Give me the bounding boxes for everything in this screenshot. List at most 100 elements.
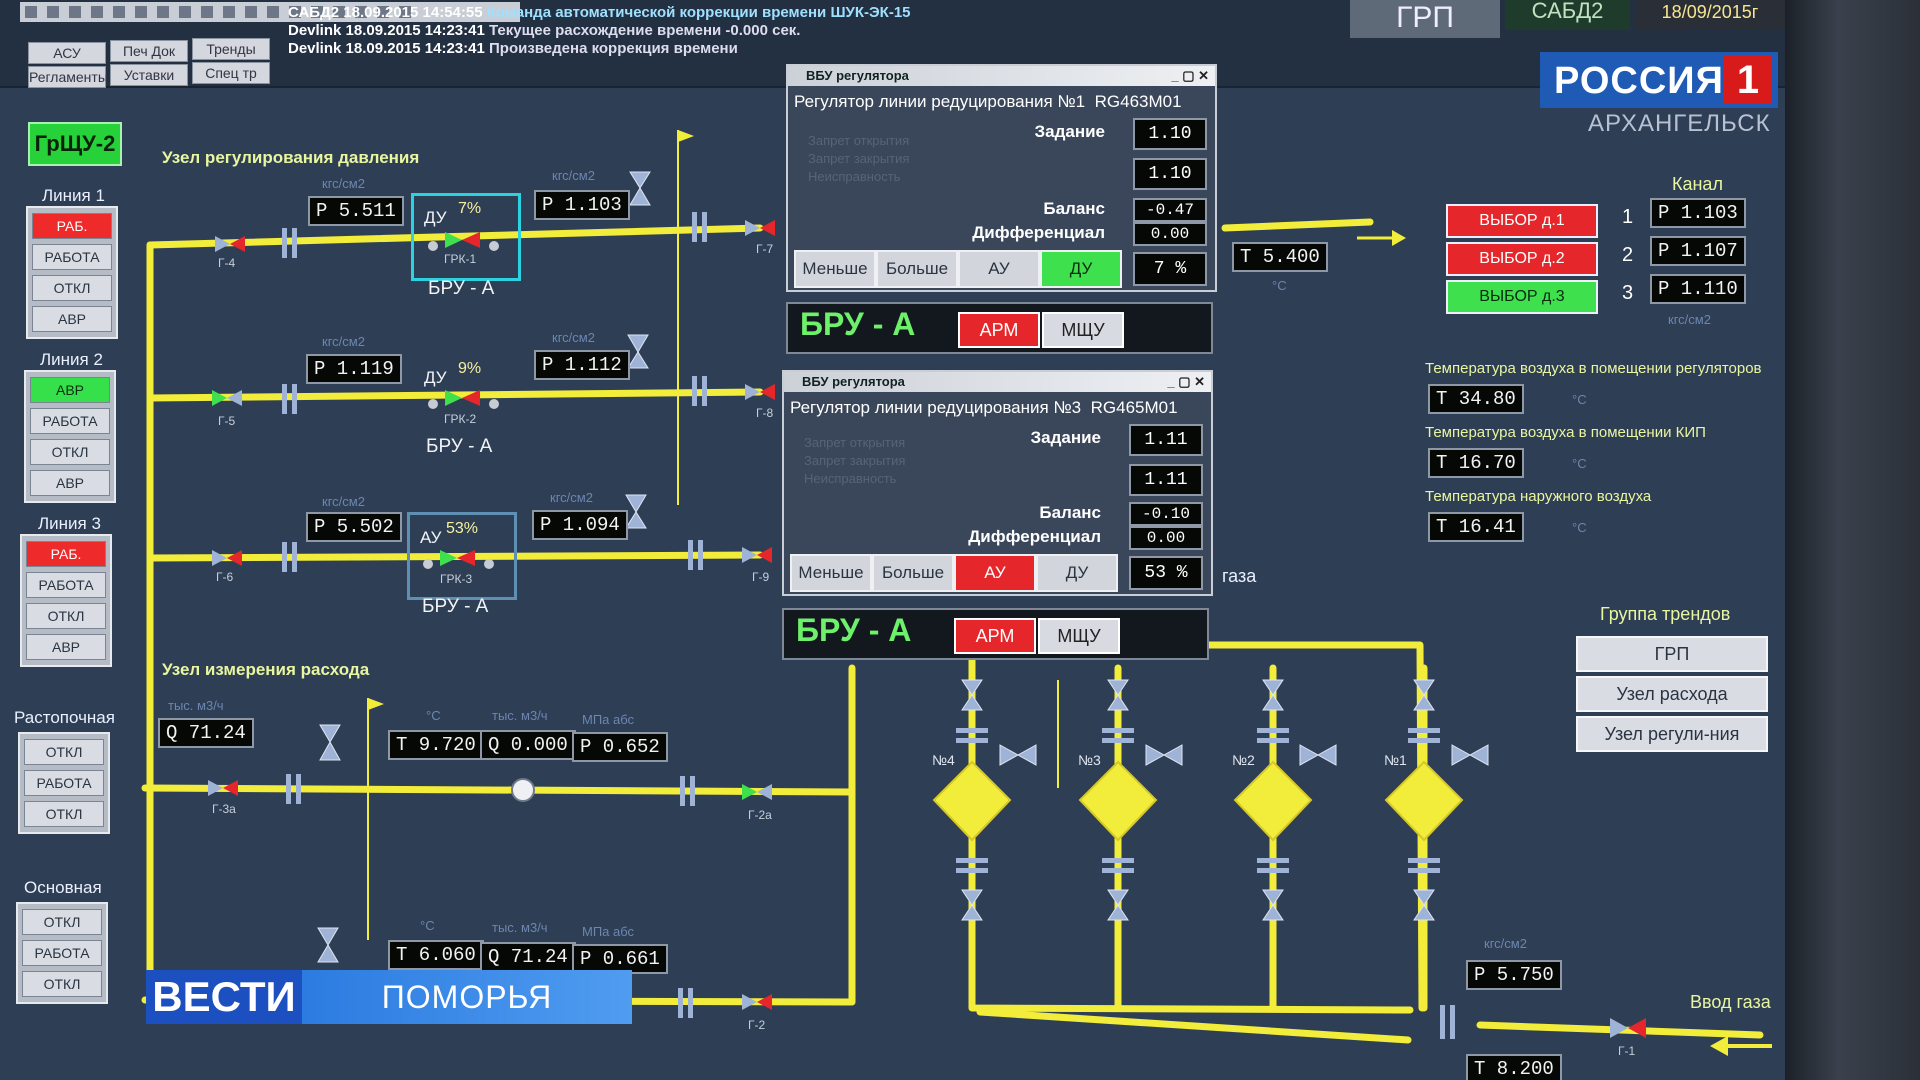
line3-p-in: P 5.502 [306, 512, 402, 542]
main-work-button[interactable]: РАБОТА [22, 940, 102, 966]
startup-work-button[interactable]: РАБОТА [24, 770, 104, 796]
russia1-logo: РОССИЯ 1 [1540, 52, 1778, 108]
dialog-window-title: ВБУ регулятора [806, 68, 909, 83]
line1-avr-button[interactable]: АВР [32, 306, 112, 332]
dialog-title: Регулятор линии редуцирования №3 [790, 398, 1082, 417]
current-value: 1.11 [1129, 464, 1203, 496]
outlet-temp: T 5.400 [1232, 242, 1328, 272]
close-icon[interactable]: _ ▢ ✕ [1171, 66, 1209, 86]
channel-num: 3 [1622, 282, 1634, 304]
zadanie-label: Задание [1030, 428, 1101, 447]
mshu-button[interactable]: МЩУ [1038, 618, 1120, 654]
select-d2-button[interactable]: ВЫБОР д.2 [1446, 242, 1598, 276]
filter-3-label: №3 [1078, 752, 1101, 768]
vesti-text: ВЕСТИ [146, 970, 302, 1024]
unit-label: °C [1572, 456, 1587, 471]
more-button[interactable]: Больше [876, 250, 958, 288]
region-text: ПОМОРЬЯ [302, 970, 632, 1024]
bru-title: БРУ - А [800, 306, 916, 342]
value2-row: 1.11 [784, 464, 1211, 496]
balans-label: Баланс [1043, 199, 1105, 218]
grk2-mode: ДУ [424, 368, 447, 387]
trend-grp-button[interactable]: ГРП [1576, 636, 1768, 672]
grk1-label: ГРК-1 [444, 252, 477, 266]
flow-q-left: Q 71.24 [158, 718, 254, 748]
gas-input-label: Ввод газа [1690, 992, 1771, 1012]
line3-title: Линия 3 [38, 514, 101, 533]
main-off-button[interactable]: ОТКЛ [22, 909, 102, 935]
mshu-button[interactable]: МЩУ [1042, 312, 1124, 348]
du-button[interactable]: ДУ [1036, 554, 1118, 592]
balans-row: Баланс -0.47 [788, 198, 1215, 222]
line2-p-in: P 1.119 [306, 354, 402, 384]
line3-off-button[interactable]: ОТКЛ [26, 603, 106, 629]
temp-outdoor-label: Температура наружного воздуха [1425, 488, 1652, 505]
startup-title: Растопочная [14, 708, 115, 727]
line1-off-button[interactable]: ОТКЛ [32, 275, 112, 301]
balans-row: Баланс -0.10 [784, 502, 1211, 526]
dialog-titlebar[interactable]: ВБУ регулятора _ ▢ ✕ [788, 66, 1215, 86]
control-row: Меньше Больше АУ ДУ 53 % [784, 554, 1211, 594]
more-button[interactable]: Больше [872, 554, 954, 592]
trends-title: Группа трендов [1600, 604, 1731, 624]
less-button[interactable]: Меньше [794, 250, 876, 288]
line1-work-button[interactable]: РАБОТА [32, 244, 112, 270]
channel2-p: P 1.107 [1650, 236, 1746, 266]
dialog-titlebar[interactable]: ВБУ регулятора _ ▢ ✕ [784, 372, 1211, 392]
startup-off2-button[interactable]: ОТКЛ [24, 801, 104, 827]
arm-button[interactable]: АРМ [958, 312, 1040, 348]
unit-label: тыс. м3/ч [168, 698, 224, 713]
position-percent: 53 % [1129, 556, 1203, 590]
au-button[interactable]: АУ [954, 554, 1036, 592]
diff-row: Дифференциал 0.00 [788, 222, 1215, 246]
line3-work-button[interactable]: РАБОТА [26, 572, 106, 598]
valve-g4-label: Г-4 [218, 256, 236, 270]
unit-label: °C [1272, 278, 1287, 293]
temp-regulators: T 34.80 [1428, 384, 1524, 414]
select-d1-button[interactable]: ВЫБОР д.1 [1446, 204, 1598, 238]
line3-avr-button[interactable]: АВР [26, 634, 106, 660]
line2-status-button[interactable]: АВР [30, 377, 110, 403]
bru-bar-3: БРУ - А АРМ МЩУ [782, 608, 1209, 660]
valve-g3a-label: Г-3а [212, 802, 236, 816]
du-button[interactable]: ДУ [1040, 250, 1122, 288]
unit-label: кгс/см2 [1484, 936, 1527, 951]
flow2-q: Q 71.24 [480, 942, 576, 972]
line3-status-button[interactable]: РАБ. [26, 541, 106, 567]
zadanie-value[interactable]: 1.11 [1129, 424, 1203, 456]
channel-title: Канал [1672, 174, 1723, 194]
select-d3-button[interactable]: ВЫБОР д.3 [1446, 280, 1598, 314]
diff-label: Дифференциал [972, 223, 1105, 242]
valve-g8-label: Г-8 [756, 406, 774, 420]
line2-avr-button[interactable]: АВР [30, 470, 110, 496]
flow1-t: T 9.720 [388, 730, 484, 760]
value2-row: 1.10 [788, 158, 1215, 190]
main-title: Основная [24, 878, 102, 897]
bru-bar-1: БРУ - А АРМ МЩУ [786, 302, 1213, 354]
line2-p-out: P 1.112 [534, 350, 630, 380]
unit-label: °C [1572, 392, 1587, 407]
less-button[interactable]: Меньше [790, 554, 872, 592]
unit-label: кгс/см2 [322, 176, 365, 191]
unit-label: кгс/см2 [552, 168, 595, 183]
line2-off-button[interactable]: ОТКЛ [30, 439, 110, 465]
trend-regulation-button[interactable]: Узел регули-ния [1576, 716, 1768, 752]
close-icon[interactable]: _ ▢ ✕ [1167, 372, 1205, 392]
zadanie-value[interactable]: 1.10 [1133, 118, 1207, 150]
main-off2-button[interactable]: ОТКЛ [22, 971, 102, 997]
balans-label: Баланс [1039, 503, 1101, 522]
temp-kip: T 16.70 [1428, 448, 1524, 478]
startup-off-button[interactable]: ОТКЛ [24, 739, 104, 765]
arm-button[interactable]: АРМ [954, 618, 1036, 654]
au-button[interactable]: АУ [958, 250, 1040, 288]
line2-title: Линия 2 [40, 350, 103, 369]
line2-work-button[interactable]: РАБОТА [30, 408, 110, 434]
unit-label: кгс/см2 [1668, 312, 1711, 327]
position-percent: 7 % [1133, 252, 1207, 286]
line1-status-button[interactable]: РАБ. [32, 213, 112, 239]
regulator-dialog-3: ВБУ регулятора _ ▢ ✕ Регулятор линии реду… [782, 370, 1213, 596]
trend-flow-button[interactable]: Узел расхода [1576, 676, 1768, 712]
valve-g6-label: Г-6 [216, 570, 234, 584]
valve-g9-label: Г-9 [752, 570, 770, 584]
line1-p-in: P 5.511 [308, 196, 404, 226]
